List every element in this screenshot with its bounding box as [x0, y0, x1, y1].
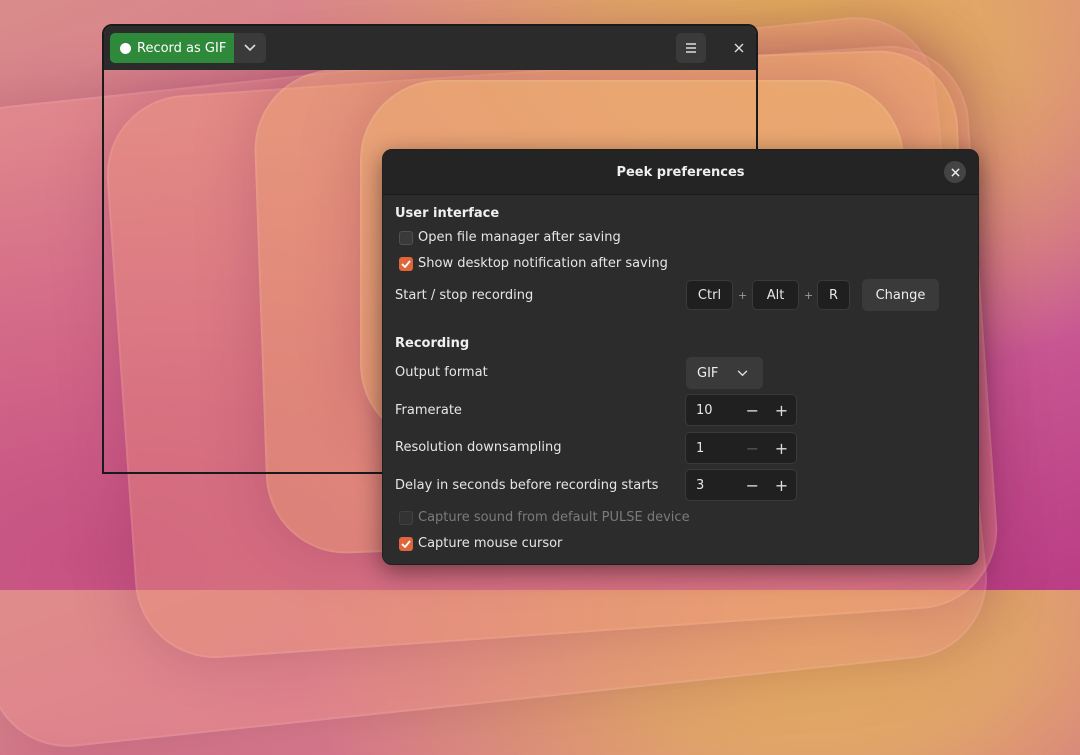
chevron-down-icon [738, 369, 748, 376]
output-format-label: Output format [395, 365, 488, 380]
preferences-dialog: Peek preferences User interface Open fil… [382, 149, 979, 565]
decrement-button[interactable]: − [738, 395, 767, 425]
dialog-close-button[interactable] [944, 161, 966, 183]
menu-button[interactable] [676, 33, 706, 63]
close-button[interactable] [724, 33, 754, 63]
dialog-title: Peek preferences [616, 164, 745, 180]
output-format-value: GIF [697, 365, 719, 381]
increment-button[interactable]: + [767, 395, 796, 425]
record-button[interactable]: Record as GIF [110, 33, 235, 63]
record-format-dropdown[interactable] [234, 33, 267, 63]
delay-label: Delay in seconds before recording starts [395, 478, 659, 493]
framerate-value[interactable]: 10 [686, 403, 738, 418]
output-format-dropdown[interactable]: GIF [686, 357, 763, 389]
keycap-ctrl: Ctrl [686, 280, 733, 310]
framerate-spinner: 10 − + [685, 394, 797, 426]
decrement-button[interactable]: − [738, 470, 767, 500]
downsampling-label: Resolution downsampling [395, 440, 562, 455]
delay-spinner: 3 − + [685, 469, 797, 501]
change-shortcut-button[interactable]: Change [862, 279, 939, 311]
hamburger-menu-icon [686, 43, 696, 53]
increment-button[interactable]: + [767, 470, 796, 500]
close-icon [950, 167, 960, 177]
peek-headerbar: Record as GIF [104, 26, 756, 70]
section-user-interface: User interface [395, 206, 500, 221]
checkbox-unchecked-icon [399, 510, 413, 525]
checkmark-icon [399, 536, 413, 551]
downsampling-spinner: 1 − + [685, 432, 797, 464]
increment-button[interactable]: + [767, 433, 796, 463]
capture-sound-checkbox: Capture sound from default PULSE device [399, 510, 690, 525]
open-file-manager-checkbox[interactable]: Open file manager after saving [399, 230, 621, 245]
key-separator: + [804, 289, 814, 302]
chevron-down-icon [244, 44, 256, 52]
checkbox-label: Show desktop notification after saving [418, 256, 668, 271]
decrement-button: − [745, 438, 760, 458]
record-dot-icon [120, 42, 131, 54]
framerate-label: Framerate [395, 403, 462, 418]
delay-value[interactable]: 3 [686, 478, 738, 493]
keycap-r: R [817, 280, 850, 310]
keycap-alt: Alt [752, 280, 799, 310]
checkbox-unchecked-icon [399, 230, 413, 245]
preferences-headerbar: Peek preferences [383, 150, 978, 195]
checkbox-label: Open file manager after saving [418, 230, 621, 245]
shortcut-label: Start / stop recording [395, 288, 534, 303]
downsampling-value[interactable]: 1 [686, 441, 738, 456]
section-recording: Recording [395, 336, 470, 351]
key-separator: + [738, 289, 748, 302]
checkbox-label: Capture sound from default PULSE device [418, 510, 690, 525]
record-button-label: Record as GIF [137, 40, 227, 56]
capture-cursor-checkbox[interactable]: Capture mouse cursor [399, 536, 562, 551]
close-icon [734, 43, 744, 53]
checkbox-label: Capture mouse cursor [418, 536, 563, 551]
show-notification-checkbox[interactable]: Show desktop notification after saving [399, 256, 668, 271]
checkmark-icon [399, 256, 413, 271]
